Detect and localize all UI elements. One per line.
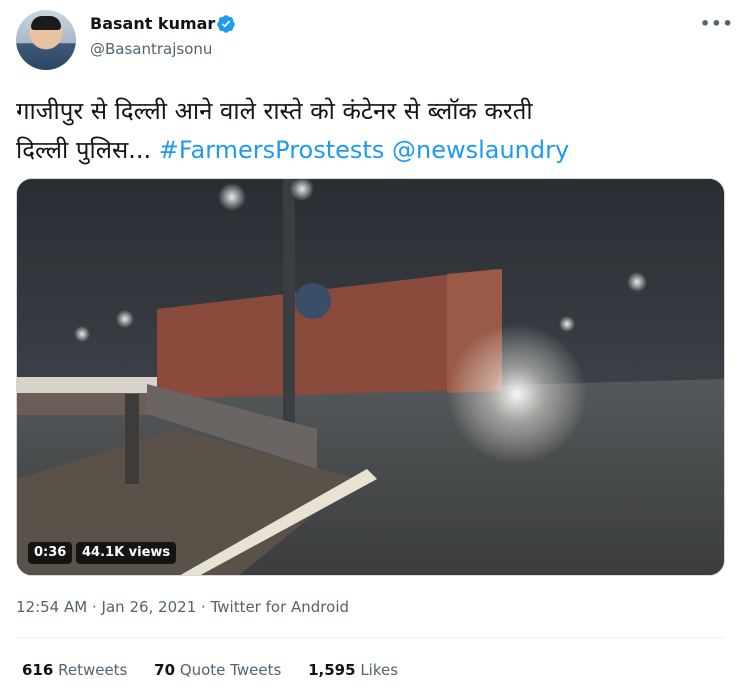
avatar[interactable] bbox=[16, 10, 76, 70]
likes-count: 1,595 bbox=[308, 661, 356, 679]
tweet-text-line2: दिल्ली पुलिस... #FarmersProstests @newsl… bbox=[16, 131, 728, 170]
tweet-text-line1: गाजीपुर से दिल्ली आने वाले रास्ते को कंट… bbox=[16, 97, 533, 125]
author-name[interactable]: Basant kumar bbox=[90, 14, 215, 33]
retweets-count: 616 bbox=[22, 661, 54, 679]
tweet-time[interactable]: 12:54 AM bbox=[16, 598, 87, 616]
more-icon[interactable]: ••• bbox=[700, 14, 734, 33]
hashtag-link[interactable]: #FarmersProstests bbox=[159, 136, 385, 164]
video-views-badge: 44.1K views bbox=[76, 542, 177, 564]
meta-separator: · bbox=[91, 598, 97, 616]
verified-badge-icon bbox=[217, 15, 235, 33]
tweet-stats: 616 Retweets 70 Quote Tweets 1,595 Likes bbox=[22, 661, 420, 679]
meta-separator: · bbox=[201, 598, 206, 616]
tweet-text-prefix: दिल्ली पुलिस... bbox=[16, 136, 152, 164]
tweet-timestamp: 12:54 AM · Jan 26, 2021 · Twitter for An… bbox=[16, 598, 349, 616]
avatar-hair bbox=[31, 16, 61, 30]
tweet-date[interactable]: Jan 26, 2021 bbox=[102, 598, 197, 616]
mention-link[interactable]: @newslaundry bbox=[392, 136, 569, 164]
tweet-source[interactable]: Twitter for Android bbox=[211, 598, 349, 616]
tweet-text: गाजीपुर से दिल्ली आने वाले रास्ते को कंट… bbox=[16, 92, 728, 170]
likes-label: Likes bbox=[360, 661, 399, 679]
video-player[interactable] bbox=[16, 178, 725, 576]
author-handle[interactable]: @Basantrajsonu bbox=[90, 40, 212, 58]
quote-tweets-stat[interactable]: 70 Quote Tweets bbox=[154, 661, 281, 679]
video-duration-badge: 0:36 bbox=[28, 542, 73, 564]
retweets-label: Retweets bbox=[58, 661, 128, 679]
quote-tweets-count: 70 bbox=[154, 661, 176, 679]
likes-stat[interactable]: 1,595 Likes bbox=[308, 661, 398, 679]
retweets-stat[interactable]: 616 Retweets bbox=[22, 661, 127, 679]
video-frame bbox=[17, 179, 724, 575]
divider bbox=[16, 637, 725, 638]
quote-tweets-label: Quote Tweets bbox=[179, 661, 282, 679]
